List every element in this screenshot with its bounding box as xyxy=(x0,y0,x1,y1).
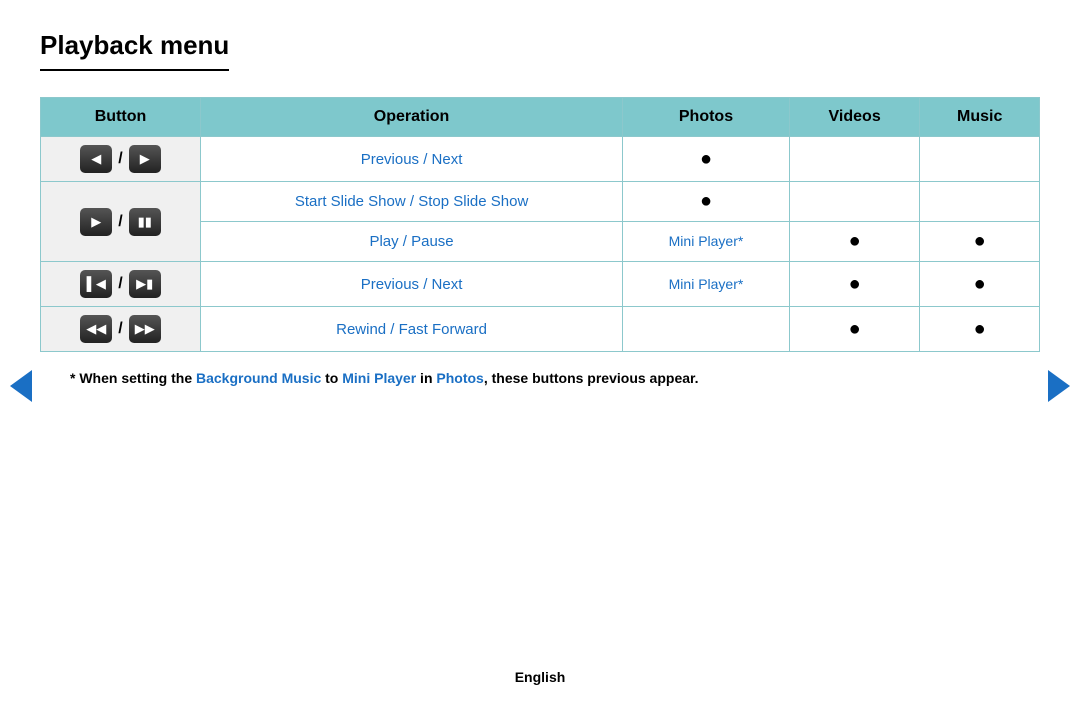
operation-row4: Rewind / Fast Forward xyxy=(201,307,623,352)
footnote-link-bgmusic: Background Music xyxy=(196,370,321,386)
footnote-link-miniplayer: Mini Player xyxy=(342,370,416,386)
videos-row3: ● xyxy=(789,262,920,307)
videos-row4: ● xyxy=(789,307,920,352)
col-header-operation: Operation xyxy=(201,98,623,137)
skipback-button-icon: ▌◀ xyxy=(80,270,112,298)
table-row: ▶ / ▮▮ Start Slide Show / Stop Slide Sho… xyxy=(41,182,1040,222)
table-row: ▌◀ / ▶▮ Previous / Next Mini Player* ● ● xyxy=(41,262,1040,307)
music-row1 xyxy=(920,137,1040,182)
button-cell-row1: ◀ / ▶ xyxy=(41,137,201,182)
separator-row3: / xyxy=(118,275,122,293)
button-cell-row2: ▶ / ▮▮ xyxy=(41,182,201,262)
operation-row2b: Play / Pause xyxy=(201,222,623,262)
footnote: * When setting the Background Music to M… xyxy=(40,370,1040,386)
footnote-suffix: , these buttons previous appear. xyxy=(484,370,699,386)
dot-videos-row3: ● xyxy=(849,273,861,295)
next-button-icon: ▶ xyxy=(129,145,161,173)
col-header-photos: Photos xyxy=(623,98,790,137)
nav-next-arrow[interactable] xyxy=(1048,370,1070,402)
playback-table: Button Operation Photos Videos Music ◀ /… xyxy=(40,97,1040,352)
mini-player-row3: Mini Player* xyxy=(669,276,744,292)
col-header-music: Music xyxy=(920,98,1040,137)
dot-videos-row2b: ● xyxy=(849,230,861,252)
footnote-prefix: * When setting the xyxy=(70,370,196,386)
videos-row1 xyxy=(789,137,920,182)
prev-button-icon: ◀ xyxy=(80,145,112,173)
dot-music-row3: ● xyxy=(974,273,986,295)
button-group-row3: ▌◀ / ▶▮ xyxy=(55,270,186,298)
footer-language: English xyxy=(515,669,566,685)
table-row: ◀ / ▶ Previous / Next ● xyxy=(41,137,1040,182)
fwd-button-icon: ▶▶ xyxy=(129,315,161,343)
mini-player-row2b: Mini Player* xyxy=(669,233,744,249)
button-cell-row4: ◀◀ / ▶▶ xyxy=(41,307,201,352)
operation-row2a: Start Slide Show / Stop Slide Show xyxy=(201,182,623,222)
operation-row1: Previous / Next xyxy=(201,137,623,182)
photos-row2a: ● xyxy=(623,182,790,222)
music-row4: ● xyxy=(920,307,1040,352)
separator-row2: / xyxy=(118,213,122,231)
pause-button-icon: ▮▮ xyxy=(129,208,161,236)
button-group-row4: ◀◀ / ▶▶ xyxy=(55,315,186,343)
music-row3: ● xyxy=(920,262,1040,307)
operation-row3: Previous / Next xyxy=(201,262,623,307)
table-row: ◀◀ / ▶▶ Rewind / Fast Forward ● ● xyxy=(41,307,1040,352)
footnote-link-photos: Photos xyxy=(436,370,483,386)
play-button-icon: ▶ xyxy=(80,208,112,236)
page-title: Playback menu xyxy=(40,30,229,71)
button-group-row1: ◀ / ▶ xyxy=(55,145,186,173)
photos-row4 xyxy=(623,307,790,352)
dot-photos-row2a: ● xyxy=(700,190,712,212)
dot-photos-row1: ● xyxy=(700,148,712,170)
videos-row2b: ● xyxy=(789,222,920,262)
dot-videos-row4: ● xyxy=(849,318,861,340)
dot-music-row2b: ● xyxy=(974,230,986,252)
photos-row2b: Mini Player* xyxy=(623,222,790,262)
button-cell-row3: ▌◀ / ▶▮ xyxy=(41,262,201,307)
col-header-videos: Videos xyxy=(789,98,920,137)
videos-row2a xyxy=(789,182,920,222)
rewind-button-icon: ◀◀ xyxy=(80,315,112,343)
photos-row1: ● xyxy=(623,137,790,182)
nav-prev-arrow[interactable] xyxy=(10,370,32,402)
separator-row1: / xyxy=(118,150,122,168)
music-row2b: ● xyxy=(920,222,1040,262)
music-row2a xyxy=(920,182,1040,222)
footnote-text3: in xyxy=(416,370,436,386)
button-group-row2: ▶ / ▮▮ xyxy=(55,208,186,236)
dot-music-row4: ● xyxy=(974,318,986,340)
separator-row4: / xyxy=(118,320,122,338)
skipfwd-button-icon: ▶▮ xyxy=(129,270,161,298)
footnote-middle: to xyxy=(321,370,342,386)
photos-row3: Mini Player* xyxy=(623,262,790,307)
col-header-button: Button xyxy=(41,98,201,137)
